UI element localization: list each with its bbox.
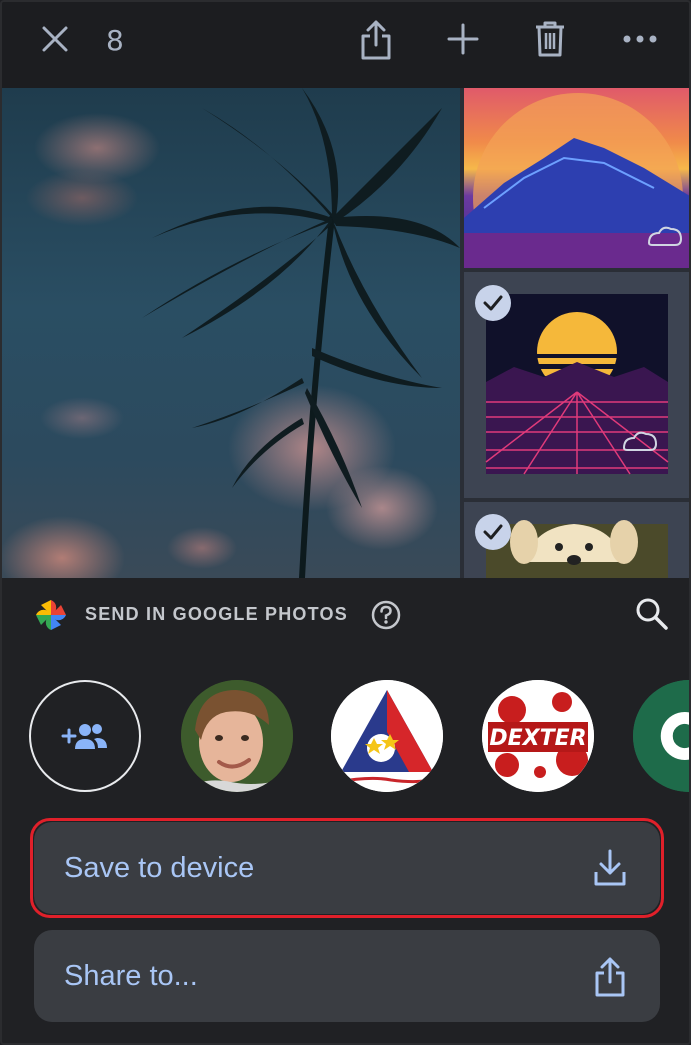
help-icon[interactable]: [371, 600, 401, 630]
share-icon[interactable]: [354, 16, 398, 64]
synthwave-sun-thumbnail[interactable]: [464, 272, 689, 498]
close-icon[interactable]: [36, 20, 74, 58]
save-highlight-outline: [30, 818, 664, 918]
more-icon[interactable]: [618, 24, 662, 54]
selection-toolbar: 8: [2, 2, 689, 88]
retro-mountain-thumbnail[interactable]: [464, 88, 689, 268]
search-icon[interactable]: [634, 596, 670, 632]
google-photos-logo-icon: [32, 596, 70, 634]
contact-partial[interactable]: [633, 680, 689, 792]
add-people-icon: [61, 724, 107, 749]
trash-icon[interactable]: [530, 16, 570, 62]
add-people-button[interactable]: [29, 680, 141, 792]
dog-thumbnail[interactable]: [464, 502, 689, 578]
selected-count: 8: [106, 24, 124, 57]
share-to-label: Share to...: [64, 960, 198, 992]
palm-tree-photo[interactable]: [2, 88, 460, 578]
dexter-logo-text: DEXTER: [489, 726, 586, 751]
share-icon: [592, 956, 628, 997]
contact-logo[interactable]: [331, 680, 443, 792]
selected-check-icon[interactable]: [475, 514, 511, 550]
selected-check-icon[interactable]: [475, 285, 511, 321]
share-sheet: SEND IN GOOGLE PHOTOS DEXTER Save to dev…: [2, 578, 689, 1043]
app-frame: 8 SEND IN GOOGLE PHOTOS DEXTER Save to d…: [0, 0, 691, 1045]
sheet-title: SEND IN GOOGLE PHOTOS: [85, 604, 348, 624]
photo-grid: [2, 88, 689, 578]
share-to-button[interactable]: Share to...: [34, 930, 660, 1022]
contact-dexter[interactable]: DEXTER: [482, 680, 594, 792]
add-icon[interactable]: [442, 18, 484, 60]
contact-photo[interactable]: [181, 680, 293, 792]
